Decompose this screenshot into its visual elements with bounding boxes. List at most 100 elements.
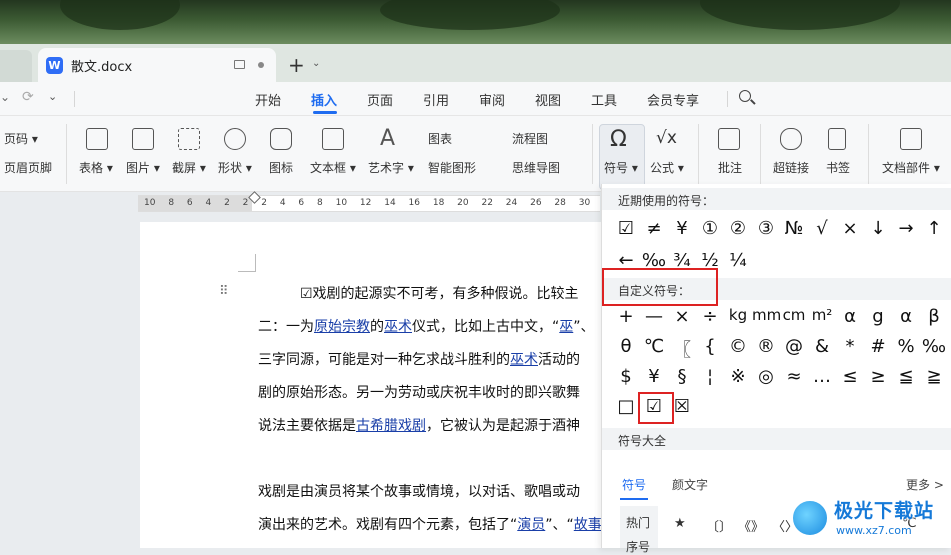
hyperlink-text[interactable]: 巫术 xyxy=(510,352,538,368)
paragraph-line[interactable]: 演出来的艺术。戏剧有四个元素，包括了“演员”、“故事 xyxy=(258,514,602,534)
symbol-cell[interactable]: ® xyxy=(752,336,780,357)
picture-button[interactable]: 图片 ▾ xyxy=(126,159,160,176)
symbol-cell[interactable]: θ xyxy=(612,336,640,357)
more-symbols-link[interactable]: 更多 > xyxy=(906,476,944,493)
menu-home[interactable]: 开始 xyxy=(255,90,281,109)
hyperlink-text[interactable]: 古希腊戏剧 xyxy=(356,418,426,434)
undo-dropdown-icon[interactable]: ⌄ xyxy=(0,90,10,104)
menu-view[interactable]: 视图 xyxy=(535,90,561,109)
menu-review[interactable]: 审阅 xyxy=(479,90,505,109)
hyperlink-text[interactable]: 巫 xyxy=(559,319,573,335)
menu-page[interactable]: 页面 xyxy=(367,90,393,109)
symbol-cell[interactable]: ① xyxy=(696,218,724,239)
symbol-cell[interactable]: ③ xyxy=(752,218,780,239)
bookmark-button[interactable]: 书签 xyxy=(826,159,850,176)
screenshot-icon[interactable] xyxy=(178,128,200,150)
shape-button[interactable]: 形状 ▾ xyxy=(218,159,252,176)
symbol-cell[interactable]: m² xyxy=(808,306,836,324)
wordart-icon[interactable]: A xyxy=(380,126,395,151)
symbol-cell[interactable]: & xyxy=(808,336,836,357)
quick-access-more-icon[interactable]: ⌄ xyxy=(48,90,57,103)
symbol-cell[interactable]: $ xyxy=(612,366,640,387)
icon-library-icon[interactable] xyxy=(270,128,292,150)
symbol-cell[interactable]: * xyxy=(836,336,864,357)
symbol-cell[interactable]: √ xyxy=(808,218,836,239)
hyperlink-text[interactable]: 演员 xyxy=(517,517,545,533)
horizontal-ruler[interactable]: 10 8 6 4 2 2 2 4 6 8 10 12 14 16 18 20 2… xyxy=(138,191,615,212)
symbol-cell[interactable]: α xyxy=(892,306,920,327)
category-hot[interactable]: 热门 xyxy=(626,514,650,531)
symbol-cell[interactable]: × xyxy=(836,218,864,239)
hyperlink-text[interactable]: 故事 xyxy=(574,517,602,533)
comment-icon[interactable] xyxy=(718,128,740,150)
unsaved-dot-icon[interactable] xyxy=(258,62,264,68)
textbox-button[interactable]: 文本框 ▾ xyxy=(310,159,356,176)
redo-icon[interactable]: ⟳ xyxy=(22,89,34,105)
flowchart-button[interactable]: 流程图 xyxy=(512,130,548,147)
symbol-cell[interactable]: 《》 xyxy=(738,516,764,535)
hyperlink-icon[interactable] xyxy=(780,128,802,150)
table-icon[interactable] xyxy=(86,128,108,150)
symbol-cell[interactable]: @ xyxy=(780,336,808,357)
symbol-cell[interactable]: ↓ xyxy=(864,218,892,239)
hyperlink-text[interactable]: 巫术 xyxy=(384,319,412,335)
textbox-icon[interactable] xyxy=(322,128,344,150)
symbol-cell[interactable]: ≠ xyxy=(640,218,668,239)
symbol-cell[interactable]: § xyxy=(668,366,696,387)
symbol-cell[interactable]: ≦ xyxy=(892,366,920,387)
paragraph-drag-handle-icon[interactable]: ⠿ xyxy=(219,284,228,299)
symbol-cell[interactable]: ¥ xyxy=(668,218,696,239)
symbol-cell[interactable]: → xyxy=(892,218,920,239)
menu-insert[interactable]: 插入 xyxy=(311,90,337,109)
doc-parts-button[interactable]: 文档部件 ▾ xyxy=(882,159,940,176)
table-button[interactable]: 表格 ▾ xyxy=(79,159,113,176)
comment-button[interactable]: 批注 xyxy=(718,159,742,176)
screenshot-button[interactable]: 截屏 ▾ xyxy=(172,159,206,176)
symbol-cell[interactable]: % xyxy=(892,336,920,357)
paragraph-line[interactable]: 戏剧是由演员将某个故事或情境，以对话、歌唱或动 xyxy=(258,481,580,501)
category-next[interactable]: 序号 xyxy=(626,538,650,555)
symbol-cell[interactable]: + xyxy=(612,306,640,327)
paragraph-line[interactable]: ☑戏剧的起源实不可考，有多种假说。比较主 xyxy=(300,283,579,303)
symbol-cell[interactable]: … xyxy=(808,366,836,387)
menu-member[interactable]: 会员专享 xyxy=(647,90,699,109)
symbol-cell[interactable]: ② xyxy=(724,218,752,239)
symbol-cell[interactable]: ※ xyxy=(724,366,752,387)
paragraph-line[interactable]: 说法主要依据是古希腊戏剧，它被认为是起源于酒神 xyxy=(258,415,580,435)
symbol-cell[interactable]: ≥ xyxy=(864,366,892,387)
paragraph-line[interactable]: 三字同源，可能是对一种乞求战斗胜利的巫术活动的 xyxy=(258,349,580,369)
header-footer-button[interactable]: 页眉页脚 xyxy=(4,159,52,176)
menu-references[interactable]: 引用 xyxy=(423,90,449,109)
symbol-cell[interactable]: ¥ xyxy=(640,366,668,387)
new-tab-button[interactable]: + xyxy=(288,53,305,77)
search-icon[interactable] xyxy=(739,90,751,102)
symbol-cell[interactable]: 〔〕 xyxy=(706,516,732,535)
symbol-cell[interactable]: ‰ xyxy=(920,336,948,357)
symbol-cell[interactable]: g xyxy=(864,306,892,327)
symbol-cell[interactable]: □ xyxy=(612,396,640,417)
symbol-cell[interactable]: β xyxy=(920,306,948,327)
formula-button[interactable]: 公式 ▾ xyxy=(650,159,684,176)
previous-tab[interactable] xyxy=(0,50,32,82)
symbol-cell[interactable]: ≈ xyxy=(780,366,808,387)
mindmap-button[interactable]: 思维导图 xyxy=(512,159,560,176)
paragraph-line[interactable]: 剧的原始形态。另一为劳动或庆祝丰收时的即兴歌舞 xyxy=(258,382,580,402)
chart-button[interactable]: 图表 xyxy=(428,130,452,147)
symbol-cell[interactable]: mm xyxy=(752,306,781,324)
formula-icon[interactable]: √x xyxy=(656,128,677,148)
hyperlink-text[interactable]: 原始宗教 xyxy=(314,319,370,335)
doc-parts-icon[interactable] xyxy=(900,128,922,150)
tab-symbols[interactable]: 符号 xyxy=(622,476,646,493)
symbol-cell[interactable]: ¼ xyxy=(724,250,752,271)
hyperlink-button[interactable]: 超链接 xyxy=(773,159,809,176)
symbol-cell[interactable]: ◎ xyxy=(752,366,780,387)
picture-icon[interactable] xyxy=(132,128,154,150)
bookmark-icon[interactable] xyxy=(828,128,846,150)
symbol-cell[interactable]: — xyxy=(640,306,668,327)
screen-icon[interactable] xyxy=(234,60,245,69)
chevron-down-icon[interactable]: ⌄ xyxy=(312,58,320,69)
symbol-cell[interactable]: α xyxy=(836,306,864,327)
paragraph-line[interactable]: 二：一为原始宗教的巫术仪式，比如上古中文，“巫”、 xyxy=(258,316,595,336)
symbol-cell[interactable]: ★ xyxy=(674,516,686,531)
symbol-cell[interactable]: { xyxy=(696,336,724,357)
